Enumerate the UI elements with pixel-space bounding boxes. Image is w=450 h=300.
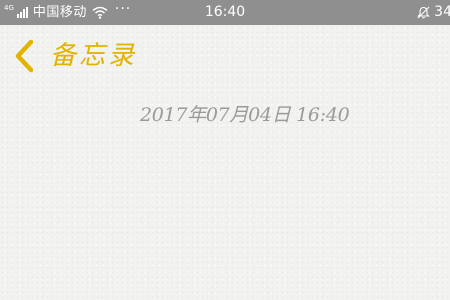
status-bar: 4G 中国移动 ··· 16:40 34: [0, 0, 450, 25]
page-title: 备忘录: [50, 41, 138, 71]
battery-level: 34: [434, 4, 450, 20]
note-date: 2017年07月04日 16:40: [140, 104, 350, 126]
status-bar-right: 34: [417, 0, 450, 25]
status-time: 16:40: [204, 4, 246, 20]
alarm-icon: [417, 6, 430, 19]
back-button[interactable]: [12, 38, 36, 74]
